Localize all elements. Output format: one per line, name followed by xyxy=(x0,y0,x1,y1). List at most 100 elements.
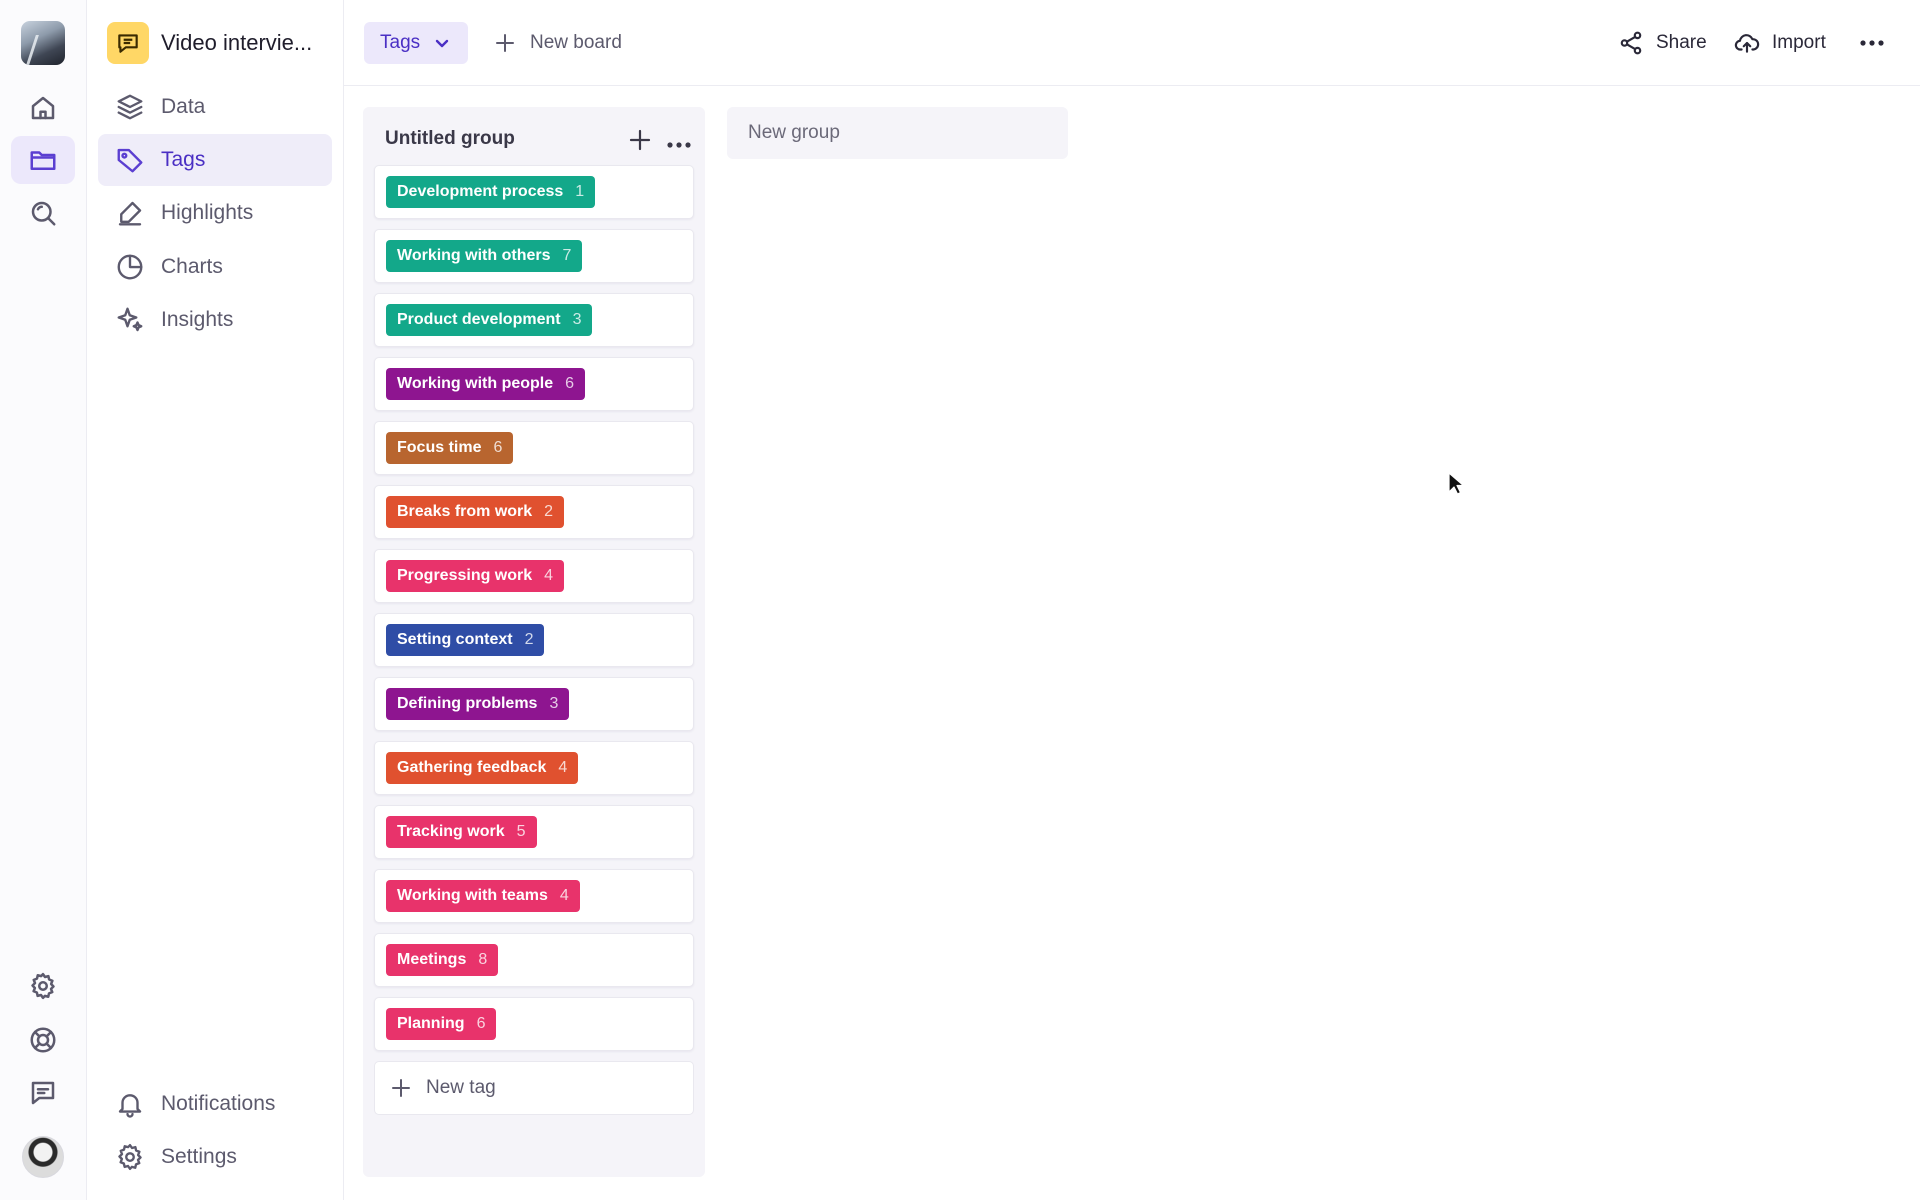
tag-pill[interactable]: Progressing work 4 xyxy=(386,560,565,592)
tag-pill[interactable]: Working with teams 4 xyxy=(386,880,580,912)
tag-count: 5 xyxy=(516,823,526,840)
group-more-button[interactable] xyxy=(667,136,691,148)
share-icon xyxy=(1620,31,1642,55)
search-button[interactable] xyxy=(11,189,75,237)
sidebar-item-notifications[interactable]: Notifications xyxy=(98,1078,332,1130)
tag-label: Working with people xyxy=(397,375,554,392)
tag-card[interactable]: Breaks from work 2 xyxy=(374,485,694,539)
chat-icon xyxy=(31,1081,55,1105)
sidebar-item-label: Tags xyxy=(161,148,206,171)
help-button[interactable] xyxy=(11,1016,75,1064)
gear-icon xyxy=(31,972,55,1000)
sidebar-item-tags[interactable]: Tags xyxy=(98,134,332,186)
tag-label: Focus time xyxy=(397,439,482,456)
plus-icon xyxy=(496,34,514,52)
tag-label: Development process xyxy=(397,183,564,200)
tag-card[interactable]: Working with people 6 xyxy=(374,357,694,411)
tag-card[interactable]: Gathering feedback 4 xyxy=(374,741,694,795)
tag-pill[interactable]: Planning 6 xyxy=(386,1008,497,1040)
sidebar-item-label: Settings xyxy=(161,1145,237,1168)
sidebar-item-label: Notifications xyxy=(161,1092,276,1115)
project-header[interactable]: Video intervie... xyxy=(107,22,312,64)
settings-rail-button[interactable] xyxy=(11,962,75,1010)
add-tag-button[interactable] xyxy=(627,127,653,153)
tag-pill[interactable]: Focus time 6 xyxy=(386,432,514,464)
mouse-cursor-icon xyxy=(1448,472,1464,495)
cloud-upload-icon xyxy=(1734,34,1760,53)
tag-count: 2 xyxy=(524,631,534,648)
tag-label: Working with teams xyxy=(397,887,548,904)
tag-pill[interactable]: Setting context 2 xyxy=(386,624,545,656)
home-button[interactable] xyxy=(11,84,75,132)
sidebar-item-charts[interactable]: Charts xyxy=(98,241,332,293)
tag-pill[interactable]: Working with others 7 xyxy=(386,240,583,272)
sparkles-icon xyxy=(117,307,143,332)
tag-count: 2 xyxy=(544,503,554,520)
tag-count: 6 xyxy=(476,1015,486,1032)
tag-pill[interactable]: Product development 3 xyxy=(386,304,593,336)
tag-card[interactable]: Meetings 8 xyxy=(374,933,694,987)
sidebar-item-settings[interactable]: Settings xyxy=(98,1131,332,1183)
folder-icon xyxy=(30,151,56,170)
tag-label: Breaks from work xyxy=(397,503,533,520)
more-horizontal-icon xyxy=(667,142,691,148)
import-button[interactable]: Import xyxy=(1734,22,1826,64)
icon-rail xyxy=(0,0,87,1200)
share-label: Share xyxy=(1656,32,1707,53)
chevron-down-icon xyxy=(435,39,449,48)
tag-pill[interactable]: Defining problems 3 xyxy=(386,688,570,720)
group-title[interactable]: Untitled group xyxy=(385,128,515,150)
tag-label: Progressing work xyxy=(397,567,533,584)
sidebar-item-highlights[interactable]: Highlights xyxy=(98,187,332,239)
tag-label: Setting context xyxy=(397,631,513,648)
tag-label: Meetings xyxy=(397,951,467,968)
workspace-logo[interactable] xyxy=(21,21,65,65)
tag-card[interactable]: Defining problems 3 xyxy=(374,677,694,731)
plus-icon xyxy=(629,129,651,151)
tag-card[interactable]: Product development 3 xyxy=(374,293,694,347)
new-group-button[interactable]: New group xyxy=(727,107,1068,159)
layers-icon xyxy=(117,94,143,120)
tag-card[interactable]: Focus time 6 xyxy=(374,421,694,475)
new-board-button[interactable]: New board xyxy=(494,22,622,64)
tag-pill[interactable]: Meetings 8 xyxy=(386,944,499,976)
tag-pill[interactable]: Tracking work 5 xyxy=(386,816,537,848)
feedback-button[interactable] xyxy=(11,1069,75,1117)
tag-card[interactable]: Working with others 7 xyxy=(374,229,694,283)
tag-label: Working with others xyxy=(397,247,551,264)
new-tag-button[interactable]: New tag xyxy=(374,1061,694,1115)
search-icon xyxy=(31,201,56,226)
projects-button[interactable] xyxy=(11,136,75,184)
tag-card[interactable]: Working with teams 4 xyxy=(374,869,694,923)
tag-pill[interactable]: Working with people 6 xyxy=(386,368,586,400)
highlighter-icon xyxy=(118,201,142,226)
tag-count: 8 xyxy=(478,951,488,968)
tag-count: 6 xyxy=(493,439,503,456)
tag-card[interactable]: Development process 1 xyxy=(374,165,694,219)
tag-card[interactable]: Planning 6 xyxy=(374,997,694,1051)
top-bar: Tags New board Share Import xyxy=(344,0,1920,86)
sidebar-item-label: Data xyxy=(161,95,206,118)
tag-pill[interactable]: Gathering feedback 4 xyxy=(386,752,579,784)
sidebar-item-insights[interactable]: Insights xyxy=(98,294,332,346)
tag-pill[interactable]: Development process 1 xyxy=(386,176,596,208)
bell-icon xyxy=(118,1094,142,1118)
lifebuoy-icon xyxy=(30,1027,56,1053)
group-header: Untitled group xyxy=(385,117,691,161)
tag-label: Product development xyxy=(397,311,561,328)
new-board-label: New board xyxy=(530,32,622,53)
share-button[interactable]: Share xyxy=(1618,22,1707,64)
tag-count: 4 xyxy=(558,759,568,776)
more-options-button[interactable] xyxy=(1858,30,1886,56)
sidebar-item-label: Charts xyxy=(161,255,223,278)
tag-card[interactable]: Progressing work 4 xyxy=(374,549,694,603)
tag-card[interactable]: Tracking work 5 xyxy=(374,805,694,859)
tag-card[interactable]: Setting context 2 xyxy=(374,613,694,667)
view-dropdown[interactable]: Tags xyxy=(364,22,469,64)
sidebar-item-data[interactable]: Data xyxy=(98,81,332,133)
tag-label: Defining problems xyxy=(397,695,538,712)
home-icon xyxy=(31,96,55,120)
avatar[interactable] xyxy=(22,1136,64,1178)
tag-label: Tracking work xyxy=(397,823,505,840)
tag-pill[interactable]: Breaks from work 2 xyxy=(386,496,565,528)
